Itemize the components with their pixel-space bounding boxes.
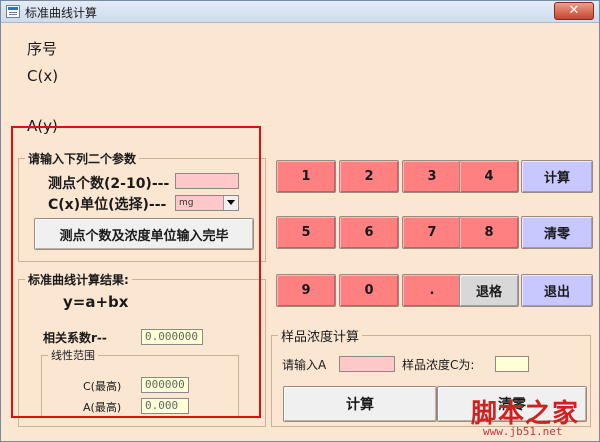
- index-label: 序号: [27, 40, 58, 58]
- key-4-button[interactable]: 4: [459, 160, 519, 193]
- key-7-button[interactable]: 7: [402, 216, 462, 249]
- key-8-button[interactable]: 8: [459, 216, 519, 249]
- app-window: 标准曲线计算 ✕ 序号 C(x) A(y) 请输入下列二个参数 测点个数(2-1…: [0, 0, 600, 442]
- key-0-button[interactable]: 0: [339, 274, 399, 307]
- input-a-field[interactable]: [339, 356, 395, 372]
- key-5-button[interactable]: 5: [276, 216, 336, 249]
- conc-label: 样品浓度C为:: [402, 358, 475, 372]
- key-6-button[interactable]: 6: [339, 216, 399, 249]
- exit-button[interactable]: 退出: [521, 274, 593, 307]
- clear-button[interactable]: 清零: [521, 216, 593, 249]
- highlight-frame: [11, 126, 261, 418]
- key-dot-button[interactable]: .: [402, 274, 462, 307]
- close-button[interactable]: ✕: [554, 2, 594, 20]
- conc-field[interactable]: [495, 356, 529, 372]
- input-a-label: 请输入A: [282, 358, 327, 372]
- calc-curve-button[interactable]: 计算: [521, 160, 593, 193]
- backspace-button[interactable]: 退格: [459, 274, 519, 307]
- key-9-button[interactable]: 9: [276, 274, 336, 307]
- title-bar: 标准曲线计算 ✕: [1, 1, 599, 23]
- app-icon: [6, 5, 20, 18]
- sample-group-title: 样品浓度计算: [278, 326, 363, 345]
- watermark-url: www.jb51.net: [483, 425, 563, 438]
- sample-calc-button[interactable]: 计算: [283, 386, 437, 422]
- window-title: 标准曲线计算: [25, 6, 98, 20]
- key-2-button[interactable]: 2: [339, 160, 399, 193]
- cx-label: C(x): [27, 67, 59, 85]
- key-1-button[interactable]: 1: [276, 160, 336, 193]
- key-3-button[interactable]: 3: [402, 160, 462, 193]
